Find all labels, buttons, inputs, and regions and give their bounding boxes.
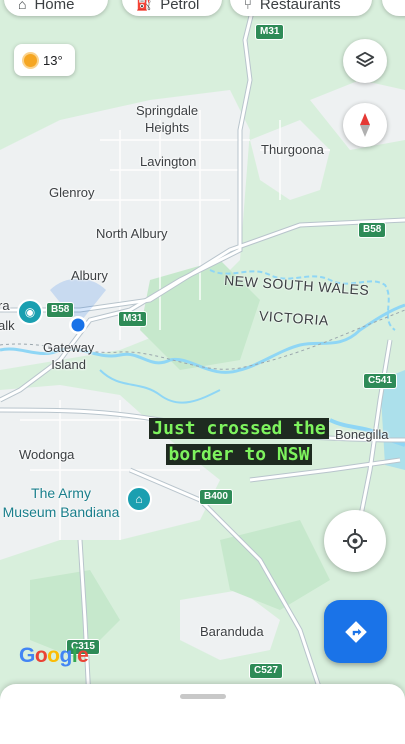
label-gateway-island: Gateway Island — [43, 340, 95, 372]
restaurant-icon: ⑂ — [244, 0, 252, 12]
directions-icon — [344, 620, 367, 643]
label-wodonga: Wodonga — [19, 447, 75, 462]
my-location-button[interactable] — [324, 510, 386, 572]
weather-pill[interactable]: 13° — [14, 44, 75, 76]
label-baranduda: Baranduda — [200, 624, 264, 639]
label-albury: Albury — [71, 268, 108, 283]
label-springdale-heights: Springdale Heights — [136, 103, 199, 135]
road-shield-c527: C527 — [249, 663, 283, 679]
chip-restaurants[interactable]: ⑂ Restaurants — [230, 0, 372, 16]
caption-line-1: Just crossed the — [149, 418, 329, 439]
label-lavington: Lavington — [140, 154, 197, 169]
road-shield-m31: M31 — [118, 311, 148, 327]
bottom-sheet[interactable] — [0, 684, 405, 744]
caption-line-2: border to NSW — [165, 444, 313, 465]
sheet-drag-handle[interactable] — [180, 694, 226, 699]
label-glenroy: Glenroy — [49, 185, 95, 200]
museum-icon[interactable]: ⌂ — [126, 486, 152, 512]
directions-button[interactable] — [324, 600, 387, 663]
chip-home-label: Home — [34, 0, 75, 13]
road-shield-b58: B58 — [358, 222, 387, 238]
story-caption: Just crossed the border to NSW — [129, 416, 349, 468]
road-shield-b58: B58 — [46, 302, 75, 318]
compass-icon — [360, 113, 370, 137]
label-edge-1: ra — [0, 298, 10, 313]
crosshair-icon — [343, 529, 367, 553]
chip-home[interactable]: ⌂ Home — [4, 0, 108, 16]
camera-poi-icon[interactable]: ◉ — [17, 299, 43, 325]
label-edge-2: alk — [0, 318, 15, 333]
fuel-icon: ⛽ — [136, 0, 153, 11]
layers-button[interactable] — [343, 39, 387, 83]
label-army-museum[interactable]: The Army Museum Bandiana — [0, 484, 126, 522]
compass-button[interactable] — [343, 103, 387, 147]
label-thurgoona: Thurgoona — [261, 142, 324, 157]
google-logo: Google — [19, 644, 89, 667]
sun-icon — [24, 53, 37, 67]
chip-petrol[interactable]: ⛽ Petrol — [122, 0, 222, 16]
label-north-albury: North Albury — [96, 226, 168, 241]
chip-restaurants-label: Restaurants — [259, 0, 341, 13]
layers-icon — [355, 51, 375, 67]
weather-temperature: 13° — [43, 52, 63, 68]
road-shield-b400: B400 — [199, 489, 233, 505]
road-shield-m31: M31 — [255, 24, 285, 40]
chip-petrol-label: Petrol — [160, 0, 200, 13]
road-shield-c541: C541 — [363, 373, 397, 389]
home-icon: ⌂ — [18, 0, 27, 12]
